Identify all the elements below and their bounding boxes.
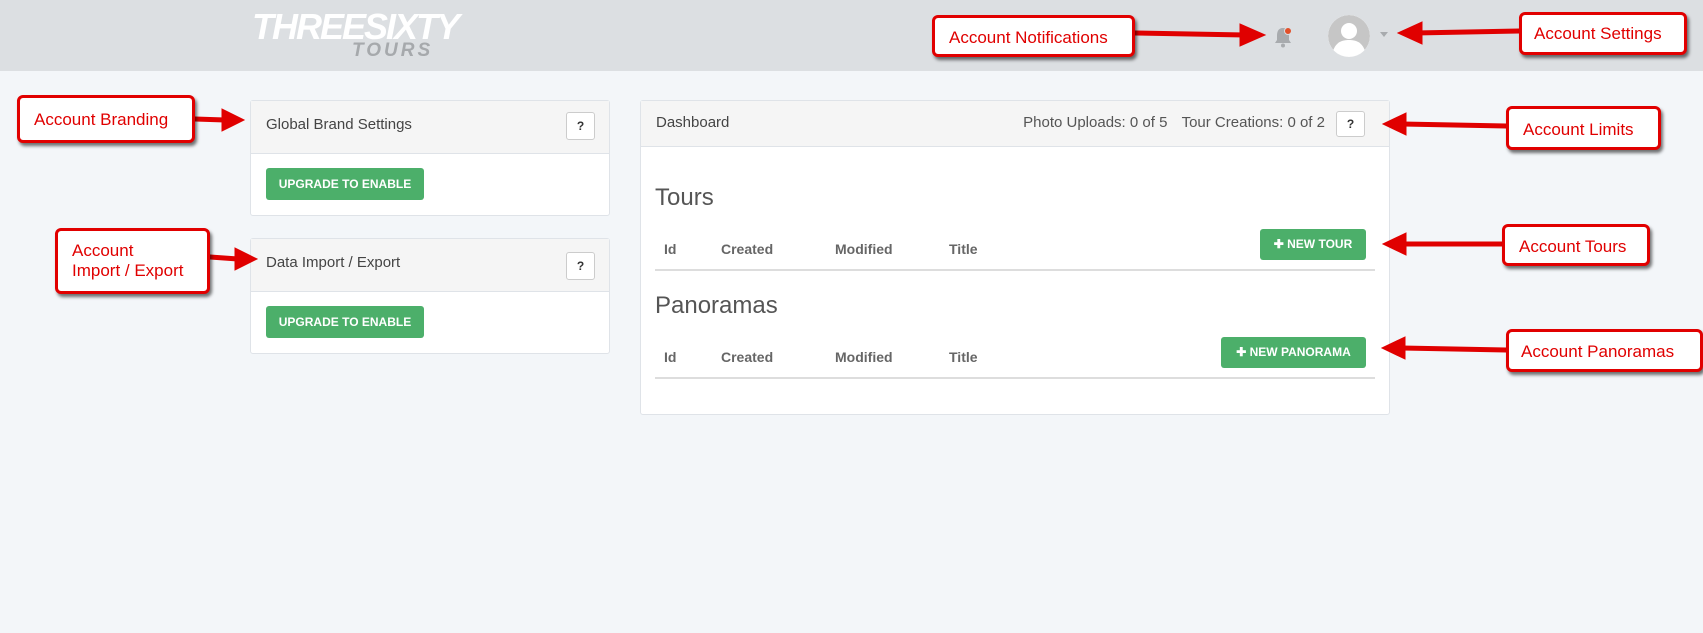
dashboard-help-button[interactable]: ? <box>1336 111 1365 137</box>
logo-text-bottom: TOURS <box>352 40 434 61</box>
tour-creations-count: Tour Creations: 0 of 2 <box>1181 114 1325 131</box>
callout-panoramas: Account Panoramas <box>1506 329 1703 372</box>
panoramas-col-id: Id <box>664 349 677 365</box>
callout-import-export: Account Import / Export <box>55 228 210 294</box>
tours-col-id: Id <box>664 241 677 257</box>
callout-branding: Account Branding <box>17 95 195 143</box>
plus-icon: ✚ <box>1236 345 1250 359</box>
bell-icon[interactable] <box>1272 25 1294 49</box>
new-panorama-label: NEW PANORAMA <box>1249 345 1351 359</box>
callout-settings: Account Settings <box>1519 12 1687 55</box>
import-export-title: Data Import / Export <box>266 254 401 271</box>
callout-tours: Account Tours <box>1502 224 1650 266</box>
callout-limits: Account Limits <box>1506 106 1661 150</box>
tours-col-created: Created <box>721 241 774 257</box>
caret-down-icon[interactable] <box>1380 32 1388 37</box>
callout-import-line1: Account <box>72 241 134 260</box>
brand-settings-title: Global Brand Settings <box>266 116 412 133</box>
dashboard-header: Dashboard Photo Uploads: 0 of 5 Tour Cre… <box>641 101 1389 147</box>
brand-settings-header: Global Brand Settings ? <box>251 101 609 154</box>
import-export-header: Data Import / Export ? <box>251 239 609 292</box>
tours-col-modified: Modified <box>835 241 893 257</box>
tours-title: Tours <box>655 184 714 211</box>
new-panorama-button[interactable]: ✚ NEW PANORAMA <box>1221 337 1366 368</box>
import-export-panel: Data Import / Export ? UPGRADE TO ENABLE <box>250 238 610 354</box>
brand-help-button[interactable]: ? <box>566 112 595 140</box>
panoramas-col-title: Title <box>949 349 978 365</box>
new-tour-button[interactable]: ✚ NEW TOUR <box>1260 229 1366 260</box>
new-tour-label: NEW TOUR <box>1287 237 1353 251</box>
brand-upgrade-button[interactable]: UPGRADE TO ENABLE <box>266 168 424 200</box>
import-help-button[interactable]: ? <box>566 252 595 280</box>
user-avatar-icon[interactable] <box>1328 15 1370 57</box>
tours-col-title: Title <box>949 241 978 257</box>
callout-import-line2: Import / Export <box>72 261 184 280</box>
dashboard-panel: Dashboard Photo Uploads: 0 of 5 Tour Cre… <box>640 100 1390 415</box>
dashboard-title: Dashboard <box>656 114 730 131</box>
account-limits: Photo Uploads: 0 of 5 Tour Creations: 0 … <box>1023 114 1325 131</box>
photo-uploads-count: Photo Uploads: 0 of 5 <box>1023 114 1168 131</box>
panoramas-title: Panoramas <box>655 292 778 319</box>
top-navbar: THREESIXTY TOURS <box>0 0 1703 71</box>
import-upgrade-button[interactable]: UPGRADE TO ENABLE <box>266 306 424 338</box>
brand-settings-panel: Global Brand Settings ? UPGRADE TO ENABL… <box>250 100 610 216</box>
panoramas-col-created: Created <box>721 349 774 365</box>
logo[interactable]: THREESIXTY TOURS <box>252 8 460 64</box>
tours-table-divider <box>655 269 1375 271</box>
panoramas-col-modified: Modified <box>835 349 893 365</box>
plus-icon: ✚ <box>1273 237 1288 251</box>
panoramas-table-divider <box>655 377 1375 379</box>
callout-notifications: Account Notifications <box>932 15 1135 57</box>
